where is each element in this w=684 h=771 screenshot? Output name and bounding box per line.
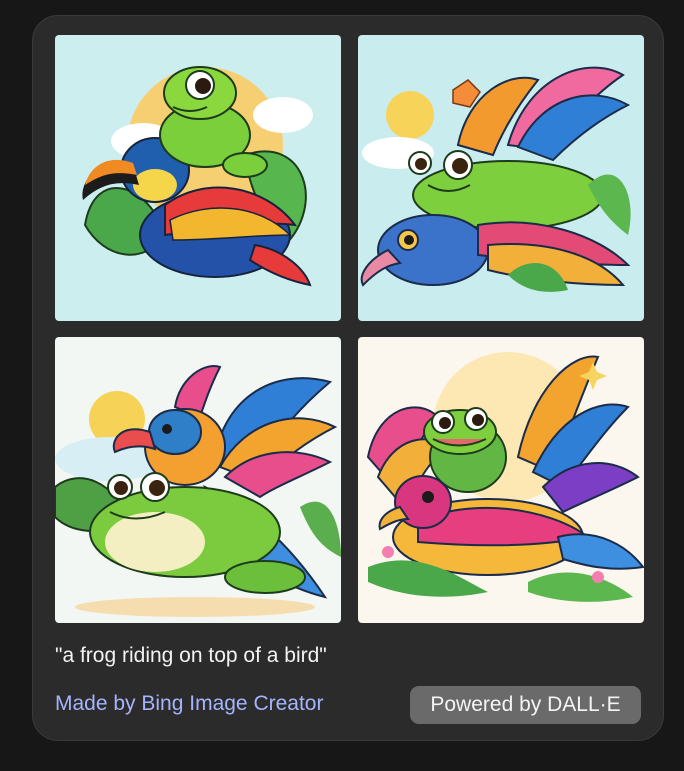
prompt-text: "a frog riding on top of a bird" bbox=[55, 644, 327, 667]
powered-by-dalle-badge[interactable]: Powered by DALL·E bbox=[410, 686, 641, 724]
frog-on-rainbow-bird-illustration bbox=[358, 337, 644, 623]
bird-on-frog-illustration bbox=[55, 337, 341, 623]
image-results-card: "a frog riding on top of a bird" Made by… bbox=[32, 15, 664, 741]
generated-image-1[interactable] bbox=[55, 35, 341, 321]
generated-image-4[interactable] bbox=[358, 337, 644, 623]
frog-on-toucan-illustration bbox=[55, 35, 341, 321]
generated-image-3[interactable] bbox=[55, 337, 341, 623]
frog-on-bluebird-illustration bbox=[358, 35, 644, 321]
generated-image-2[interactable] bbox=[358, 35, 644, 321]
bing-image-creator-link[interactable]: Made by Bing Image Creator bbox=[55, 692, 323, 716]
